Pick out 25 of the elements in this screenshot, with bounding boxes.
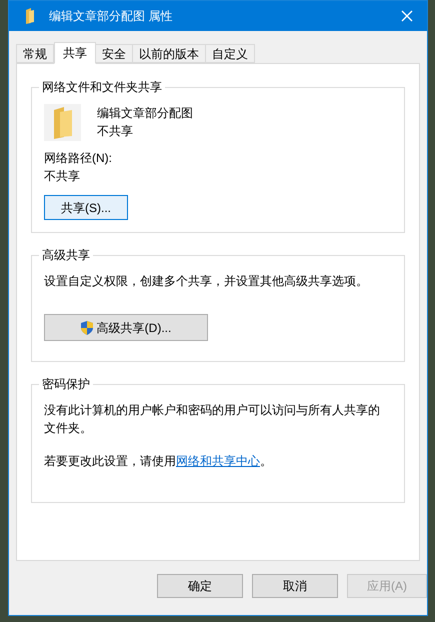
advanced-description: 设置自定义权限，创建多个共享，并设置其他高级共享选项。 <box>44 273 369 290</box>
close-icon <box>401 10 413 22</box>
tab[interactable]: 以前的版本 <box>132 44 206 63</box>
dialog-button[interactable]: 取消 <box>252 574 338 598</box>
advanced-sharing-button[interactable]: 高级共享(D)... <box>44 314 208 341</box>
password-description: 没有此计算机的用户帐户和密码的用户可以访问与所有人共享的文件夹。 <box>44 402 381 437</box>
path-value: 不共享 <box>44 168 81 185</box>
password-hint: 若要更改此设置，请使用网络和共享中心。 <box>44 453 273 470</box>
tab[interactable]: 共享 <box>54 42 96 64</box>
share-button[interactable]: 共享(S)... <box>44 195 128 220</box>
folder-name: 编辑文章部分配图 <box>97 105 193 122</box>
group-title: 密码保护 <box>39 376 93 392</box>
window-title: 编辑文章部分配图 属性 <box>49 8 172 25</box>
dialog-button[interactable]: 确定 <box>157 574 243 598</box>
network-sharing-center-link[interactable]: 网络和共享中心 <box>176 454 260 468</box>
folder-status: 不共享 <box>97 123 134 140</box>
group-title: 高级共享 <box>39 247 93 263</box>
tab[interactable]: 自定义 <box>205 44 255 63</box>
group-title: 网络文件和文件夹共享 <box>39 79 165 95</box>
shield-icon <box>80 320 93 334</box>
tab[interactable]: 常规 <box>16 44 54 63</box>
folder-icon <box>25 8 35 24</box>
path-label: 网络路径(N): <box>44 150 113 167</box>
tab[interactable]: 安全 <box>95 44 133 63</box>
folder-icon <box>52 106 74 140</box>
